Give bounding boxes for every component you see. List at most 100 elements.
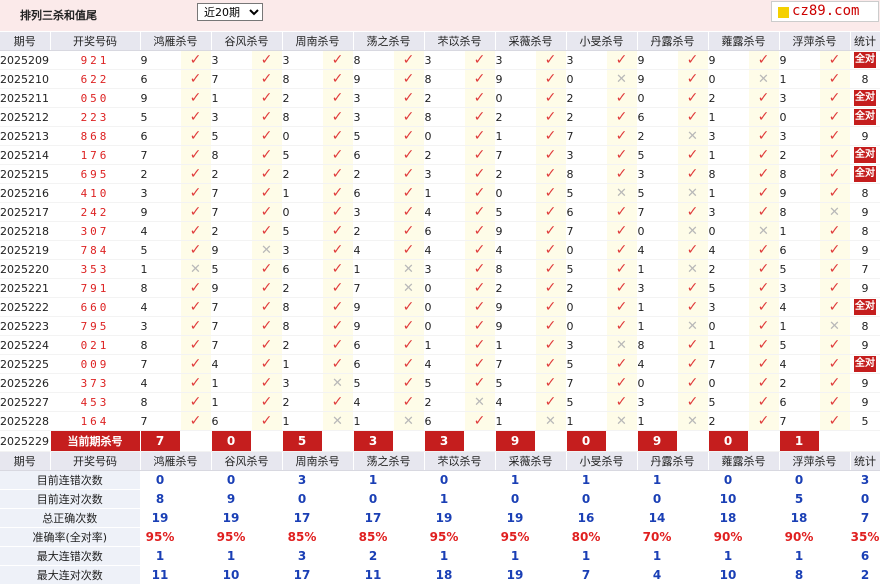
check-icon: ✓ [828,413,841,429]
result-mark: ✕ [677,221,709,241]
check-icon: ✓ [828,299,841,315]
stat-value: 17 [282,565,323,585]
check-icon: ✓ [331,52,344,68]
kill-value: 9 [140,202,181,222]
column-header: 蕹露杀号 [708,451,780,471]
stat-value: 10 [708,565,749,585]
blank-cell [819,430,851,452]
kill-value: 3 [495,50,536,70]
check-icon: ✓ [331,318,344,334]
blank-cell [819,546,851,566]
result-mark: ✓ [393,164,425,184]
period-number: 2025224 [0,335,51,355]
period-select[interactable]: 近20期 [197,3,263,21]
result-mark: ✕ [393,259,425,279]
all-correct-badge: 全对 [854,356,876,372]
period-number: 2025226 [0,373,51,393]
blank-cell [606,430,638,452]
result-mark: ✓ [464,411,496,431]
result-mark: ✓ [535,107,567,127]
result-mark: ✓ [535,88,567,108]
check-icon: ✓ [331,128,344,144]
result-mark: ✓ [606,221,638,241]
result-mark: ✓ [322,202,354,222]
result-mark: ✕ [677,259,709,279]
check-icon: ✓ [615,394,628,410]
kill-value: 2 [708,88,749,108]
check-icon: ✓ [686,299,699,315]
kill-value: 1 [424,335,465,355]
check-icon: ✓ [828,166,841,182]
result-mark: ✓ [464,354,496,374]
cross-icon: ✕ [687,223,698,239]
table-row: 2025210 622 6 ✓ 7 ✓ 8 ✓ 9 ✓ 8 ✓ 9 ✓ 0 ✕ 9 ✓ 0 ✕ 1 ✓ 8 [0,69,880,89]
check-icon: ✓ [189,52,202,68]
result-mark: ✓ [819,50,851,70]
result-mark: ✓ [393,392,425,412]
result-mark: ✓ [606,373,638,393]
kill-value: 6 [424,221,465,241]
stat-value: 0 [495,489,536,509]
check-icon: ✓ [331,280,344,296]
stat-value: 18 [708,508,749,528]
check-icon: ✓ [402,242,415,258]
current-kill-label: 当前期杀号 [50,430,141,452]
row-stat: 全对 [850,145,880,165]
kill-value: 5 [708,278,749,298]
kill-value: 2 [282,335,323,355]
result-mark: ✓ [677,278,709,298]
table-row: 2025227 453 8 ✓ 1 ✓ 2 ✓ 4 ✓ 2 ✕ 4 ✓ 5 ✓ 3 ✓ 5 ✓ 6 ✓ 9 [0,392,880,412]
check-icon: ✓ [544,204,557,220]
result-mark: ✓ [464,259,496,279]
check-icon: ✓ [615,299,628,315]
check-icon: ✓ [331,223,344,239]
result-mark: ✓ [393,202,425,222]
kill-value: 3 [353,202,394,222]
result-mark: ✓ [535,183,567,203]
stat-value: 95% [211,527,252,547]
result-mark: ✓ [251,411,283,431]
blank-cell [251,565,283,585]
kill-value: 9 [353,297,394,317]
check-icon: ✓ [260,109,273,125]
kill-value: 1 [779,69,820,89]
kill-value: 9 [495,69,536,89]
cross-icon: ✕ [616,337,627,353]
result-mark: ✓ [322,354,354,374]
blank-cell [464,527,496,547]
kill-value: 4 [353,240,394,260]
result-mark: ✓ [819,107,851,127]
kill-value: 0 [566,240,607,260]
result-mark: ✓ [464,202,496,222]
stat-value: 1 [211,546,252,566]
blank-cell [819,489,851,509]
kill-value: 0 [424,278,465,298]
blank-cell [180,430,212,452]
kill-value: 6 [140,126,181,146]
stat-row: 最大连错次数 1 1 3 2 1 1 1 1 1 1 6 [0,546,880,566]
check-icon: ✓ [544,147,557,163]
column-header: 期号 [0,451,51,471]
check-icon: ✓ [189,71,202,87]
check-icon: ✓ [828,128,841,144]
kill-value: 1 [566,411,607,431]
current-period-row: 2025229 当前期杀号 7 0 5 3 3 9 0 9 0 1 [0,430,880,452]
site-logo[interactable]: cz89.com [771,1,879,22]
result-mark: ✓ [748,145,780,165]
result-mark: ✓ [606,316,638,336]
check-icon: ✓ [402,318,415,334]
cross-icon: ✕ [758,71,769,87]
kill-value: 2 [495,107,536,127]
check-icon: ✓ [189,242,202,258]
result-mark: ✓ [677,69,709,89]
stat-value: 19 [211,508,252,528]
stat-value: 1 [424,546,465,566]
result-mark: ✕ [393,411,425,431]
result-mark: ✓ [322,297,354,317]
blank-cell [677,508,709,528]
cross-icon: ✕ [403,413,414,429]
result-mark: ✓ [535,240,567,260]
kill-value: 5 [779,335,820,355]
check-icon: ✓ [260,375,273,391]
result-mark: ✓ [819,88,851,108]
